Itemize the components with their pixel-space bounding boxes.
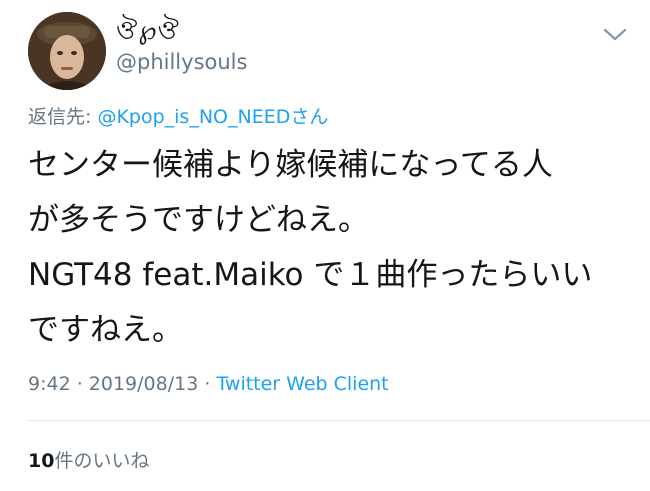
tweet-text-line: が多そうですけどねえ。 [28,202,369,238]
reply-mention-link[interactable]: @Kpop_is_NO_NEED [97,106,290,128]
like-count: 10 [28,450,55,472]
reply-prefix: 返信先: [28,106,98,128]
tweet-text-line: ですねえ。 [28,312,183,348]
tweet-meta: 9:42 · 2019/08/13 · Twitter Web Client [28,370,389,398]
tweet-text-line: NGT48 feat.Maiko で１曲作ったらいい [28,257,593,293]
tweet-source-link[interactable]: Twitter Web Client [216,373,388,395]
meta-separator: · [70,373,89,395]
tweet-text-line: センター候補より嫁候補になってる人 [28,147,553,183]
user-handle[interactable]: @phillysouls [116,48,247,76]
tweet-text: センター候補より嫁候補になってる人 が多そうですけどねえ。 NGT48 feat… [28,138,628,358]
divider [28,420,650,421]
meta-separator: · [198,373,217,395]
tweet-date[interactable]: 2019/08/13 [89,373,199,395]
display-name[interactable]: ঔ℘ঔ [116,16,180,46]
avatar-image [28,12,106,90]
reply-suffix: さん [290,106,329,128]
tweet-time[interactable]: 9:42 [28,373,71,395]
tweet-detail: ঔ℘ঔ @phillysouls 返信先: @Kpop_is_NO_NEEDさん… [0,0,650,491]
avatar[interactable] [28,12,106,90]
chevron-down-icon[interactable] [602,26,628,44]
like-label: 件のいいね [54,450,150,472]
reply-to-line: 返信先: @Kpop_is_NO_NEEDさん [28,104,328,130]
likes-count-link[interactable]: 10件のいいね [28,447,149,475]
